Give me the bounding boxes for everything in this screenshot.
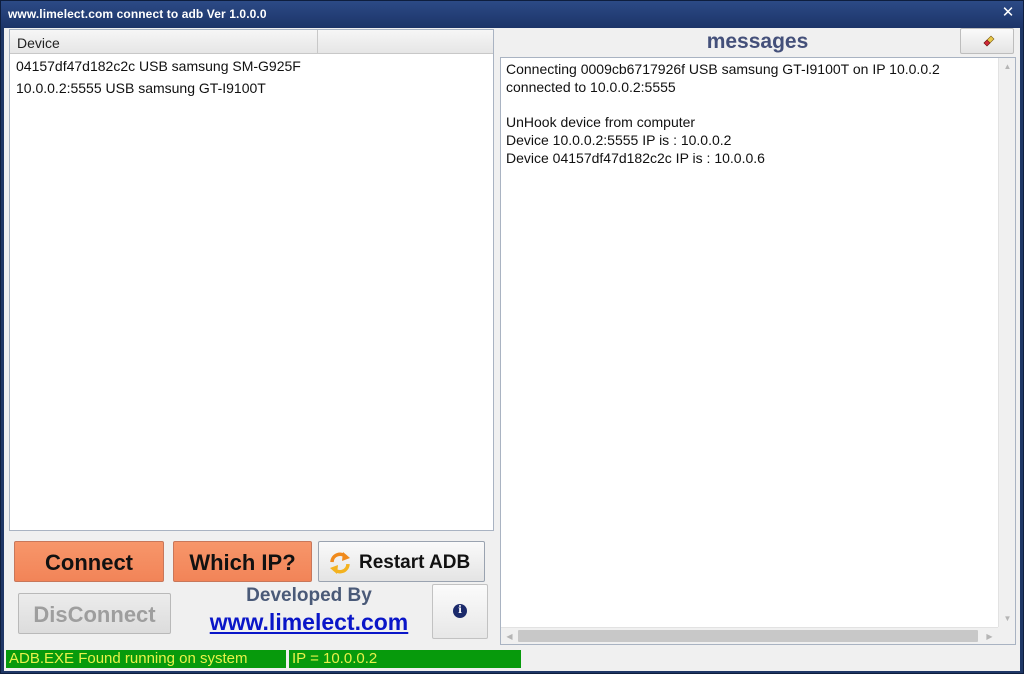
messages-title: messages bbox=[706, 30, 809, 53]
column-header-device[interactable]: Device bbox=[10, 30, 318, 53]
refresh-arrows-icon bbox=[330, 552, 350, 574]
eraser-icon bbox=[983, 35, 995, 47]
title-bar[interactable]: www.limelect.com connect to adb Ver 1.0.… bbox=[1, 1, 1023, 28]
disconnect-button[interactable]: DisConnect bbox=[18, 593, 171, 634]
message-line: Device 10.0.0.2:5555 IP is : 10.0.0.2 bbox=[506, 132, 732, 148]
messages-box[interactable]: Connecting 0009cb6717926f USB samsung GT… bbox=[500, 57, 1016, 645]
restart-adb-label: Restart ADB bbox=[359, 552, 471, 573]
status-bar: ADB.EXE Found running on system IP = 10.… bbox=[4, 648, 1020, 671]
clear-messages-button[interactable] bbox=[960, 28, 1014, 54]
scroll-down-icon[interactable]: ▼ bbox=[999, 610, 1016, 627]
message-line: Device 04157df47d182c2c IP is : 10.0.0.6 bbox=[506, 150, 765, 166]
client-area: Device 04157df47d182c2c USB samsung SM-G… bbox=[4, 28, 1020, 671]
vertical-scrollbar[interactable]: ▲ ▼ bbox=[998, 58, 1015, 627]
scroll-left-icon[interactable]: ◀ bbox=[501, 628, 518, 645]
adb-status: ADB.EXE Found running on system bbox=[6, 650, 286, 668]
scrollbar-corner bbox=[998, 627, 1015, 644]
message-line: connected to 10.0.0.2:5555 bbox=[506, 79, 676, 95]
info-icon: i bbox=[453, 604, 467, 618]
info-button[interactable]: i bbox=[432, 584, 488, 639]
device-row[interactable]: 10.0.0.2:5555 USB samsung GT-I9100T bbox=[16, 80, 266, 96]
horizontal-scroll-thumb[interactable] bbox=[518, 630, 978, 642]
which-ip-button[interactable]: Which IP? bbox=[173, 541, 312, 582]
device-list-header: Device bbox=[10, 30, 493, 54]
scroll-right-icon[interactable]: ▶ bbox=[981, 628, 998, 645]
scroll-up-icon[interactable]: ▲ bbox=[999, 58, 1016, 75]
close-icon[interactable]: ✕ bbox=[999, 4, 1017, 22]
message-line: UnHook device from computer bbox=[506, 114, 696, 130]
restart-adb-button[interactable]: Restart ADB bbox=[318, 541, 485, 582]
device-row[interactable]: 04157df47d182c2c USB samsung SM-G925F bbox=[16, 58, 301, 74]
developed-by-label: Developed By bbox=[246, 585, 372, 606]
device-list[interactable]: Device 04157df47d182c2c USB samsung SM-G… bbox=[9, 29, 494, 531]
app-window: www.limelect.com connect to adb Ver 1.0.… bbox=[0, 0, 1024, 674]
window-title: www.limelect.com connect to adb Ver 1.0.… bbox=[8, 7, 267, 21]
message-line: Connecting 0009cb6717926f USB samsung GT… bbox=[506, 61, 940, 77]
horizontal-scrollbar[interactable]: ◀ ▶ bbox=[501, 627, 998, 644]
ip-status: IP = 10.0.0.2 bbox=[289, 650, 521, 668]
developer-link[interactable]: www.limelect.com bbox=[194, 609, 424, 636]
connect-button[interactable]: Connect bbox=[14, 541, 164, 582]
